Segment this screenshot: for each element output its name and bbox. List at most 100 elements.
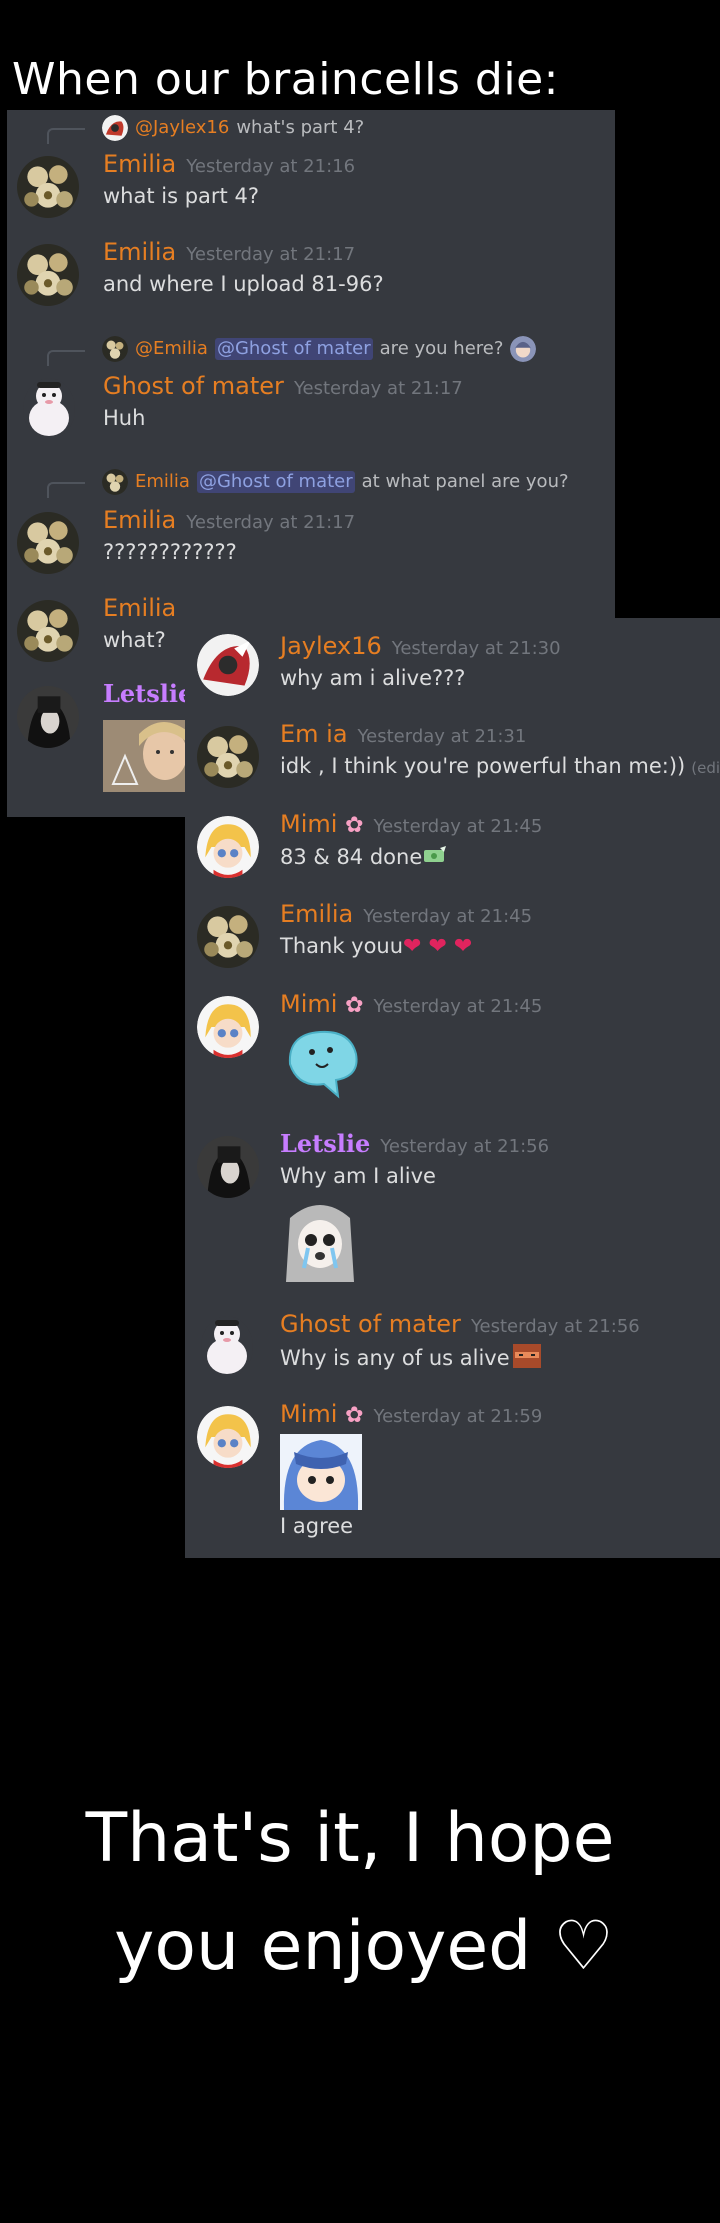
message-body: Why is any of us alive [280,1346,510,1371]
timestamp: Yesterday at 21:45 [373,996,543,1017]
timestamp: Yesterday at 21:56 [380,1136,550,1157]
flower-badge-icon: ✿ [345,993,364,1018]
anime-emoji-icon [510,336,537,362]
username-text[interactable]: Em ia [280,720,348,748]
username[interactable]: Letslie [103,679,193,709]
username[interactable]: Emilia [103,594,176,623]
message-text: Thank youu❤ ❤ ❤ [280,934,472,960]
chibi-sticker-icon[interactable] [280,1434,362,1510]
message-text: Huh [103,406,146,430]
username[interactable]: Emilia Yesterday at 21:17 [103,238,355,267]
flower-avatar-icon[interactable] [197,906,259,968]
money-emoji-icon [422,844,448,872]
reply-text: what's part 4? [236,117,365,139]
username[interactable]: Em ia Yesterday at 21:31 [280,720,526,749]
username-text[interactable]: Emilia [103,506,176,534]
username-text[interactable]: Jaylex16 [280,632,382,660]
flower-badge-icon [102,469,128,495]
timestamp: Yesterday at 21:16 [186,156,356,177]
timestamp: Yesterday at 21:56 [470,1316,640,1337]
message-body: 83 & 84 done [280,845,423,870]
username-text[interactable]: Emilia [103,594,176,622]
message-body: idk , I think you're powerful than me:)) [280,754,686,778]
username-text[interactable]: Emilia [103,150,176,178]
flower-avatar-icon[interactable] [17,156,79,218]
anime-avatar-icon [102,115,128,141]
username[interactable]: Ghost of mater Yesterday at 21:17 [103,372,463,401]
reply-preview[interactable]: Emilia @Ghost of mater at what panel are… [102,469,569,495]
reply-preview[interactable]: @Emilia @Ghost of mater are you here? [102,336,537,362]
flower-badge-icon [102,336,128,362]
username[interactable]: Jaylex16 Yesterday at 21:30 [280,632,561,661]
heart-emoji-icon: ❤ [446,934,473,959]
flower-avatar-icon[interactable] [197,726,259,788]
username[interactable]: Mimi ✿ Yesterday at 21:59 [280,1400,542,1429]
flower-avatar-icon[interactable] [17,244,79,306]
username[interactable]: Letslie Yesterday at 21:56 [280,1129,550,1159]
anime-avatar-icon[interactable] [197,816,259,878]
message-text: idk , I think you're powerful than me:))… [280,754,720,779]
username-text[interactable]: Letslie [280,1129,370,1158]
chat-panel-bottom: Jaylex16 Yesterday at 21:30 why am i aliv… [185,618,720,1558]
username[interactable]: Emilia Yesterday at 21:45 [280,900,532,929]
reply-author[interactable]: @Emilia [135,338,208,360]
message-text: why am i alive??? [280,666,466,690]
mention[interactable]: @Ghost of mater [214,338,373,360]
reply-text: are you here? [379,338,504,360]
username-text[interactable]: Letslie [103,679,193,708]
message-text: Why is any of us alive [280,1344,541,1374]
username[interactable]: Emilia Yesterday at 21:17 [103,506,355,535]
flower-badge-icon: ✿ [345,813,364,838]
reply-author[interactable]: @Jaylex16 [135,117,229,139]
ending-line-2: you enjoyed ♡ [114,1907,614,1986]
anime-avatar-icon[interactable] [197,1406,259,1468]
reply-spine [47,350,85,366]
anime-avatar-icon[interactable] [197,996,259,1058]
heart-emoji-icon: ❤ [403,934,422,959]
timestamp: Yesterday at 21:45 [373,816,543,837]
timestamp: Yesterday at 21:17 [186,512,356,533]
username-text[interactable]: Ghost of mater [103,372,284,400]
timestamp: Yesterday at 21:30 [391,638,561,659]
heart-emoji-icon: ❤ [421,934,447,959]
ghost-avatar-icon[interactable] [23,378,75,440]
timestamp: Yesterday at 21:59 [373,1406,543,1427]
message-text: I agree [280,1514,354,1538]
flower-badge-icon: ✿ [345,1403,364,1428]
timestamp: Yesterday at 21:31 [357,726,527,747]
username[interactable]: Mimi ✿ Yesterday at 21:45 [280,810,542,839]
username-text[interactable]: Emilia [280,900,353,928]
message-text: what is part 4? [103,184,259,208]
page-title: When our braincells die: [12,54,559,105]
reply-spine [47,128,85,144]
username[interactable]: Mimi ✿ Yesterday at 21:45 [280,990,542,1019]
message-text: ???????????? [103,540,237,564]
message-text: what? [103,628,166,652]
edited-tag: (edited) [691,759,720,777]
reply-author[interactable]: Emilia [135,471,190,493]
username[interactable]: Emilia Yesterday at 21:16 [103,150,355,179]
message-text: and where I upload 81-96? [103,272,384,296]
username-text[interactable]: Emilia [103,238,176,266]
face-emoji-icon [512,1344,541,1374]
reply-preview[interactable]: @Jaylex16 what's part 4? [102,115,364,141]
dark-avatar-icon[interactable] [17,686,79,748]
ghost-avatar-icon[interactable] [201,1316,253,1378]
ending-line-1: That's it, I hope [85,1799,615,1878]
timestamp: Yesterday at 21:17 [186,244,356,265]
reply-text: at what panel are you? [361,471,569,493]
flower-avatar-icon[interactable] [17,512,79,574]
dark-avatar-icon[interactable] [197,1136,259,1198]
message-text: Why am I alive [280,1164,436,1188]
username-text[interactable]: Mimi [280,810,337,838]
crying-sticker-icon[interactable] [280,1198,360,1282]
mention[interactable]: @Ghost of mater [196,471,355,493]
username-text[interactable]: Ghost of mater [280,1310,461,1338]
username-text[interactable]: Mimi [280,990,337,1018]
username[interactable]: Ghost of mater Yesterday at 21:56 [280,1310,640,1339]
flower-avatar-icon[interactable] [17,600,79,662]
blob-sticker-icon[interactable] [280,1024,364,1100]
message-text: 83 & 84 done [280,844,448,872]
anime-avatar-icon[interactable] [197,634,259,696]
username-text[interactable]: Mimi [280,1400,337,1428]
